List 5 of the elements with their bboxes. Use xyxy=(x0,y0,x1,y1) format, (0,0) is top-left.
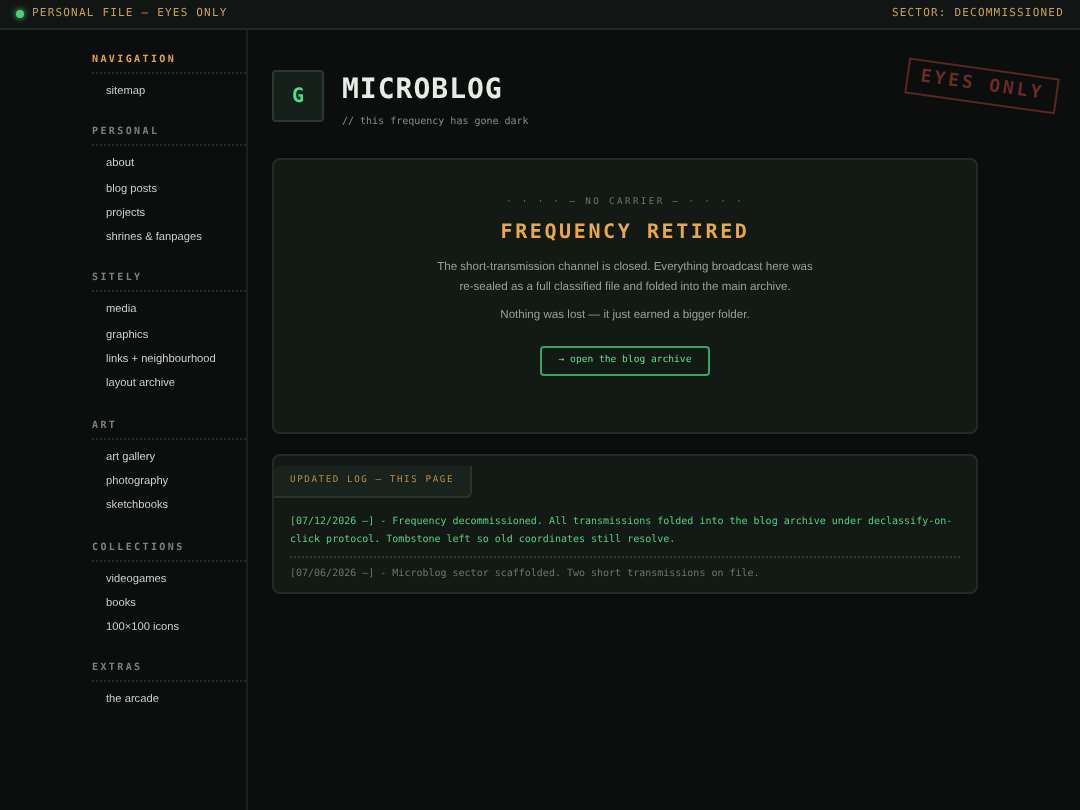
notice-title: FREQUENCY RETIRED xyxy=(500,222,750,244)
page-title: MICROBLOG xyxy=(342,74,505,106)
status-dot-icon xyxy=(16,10,24,18)
logo: G xyxy=(272,70,324,122)
stamp: EYES ONLY xyxy=(903,57,1060,115)
